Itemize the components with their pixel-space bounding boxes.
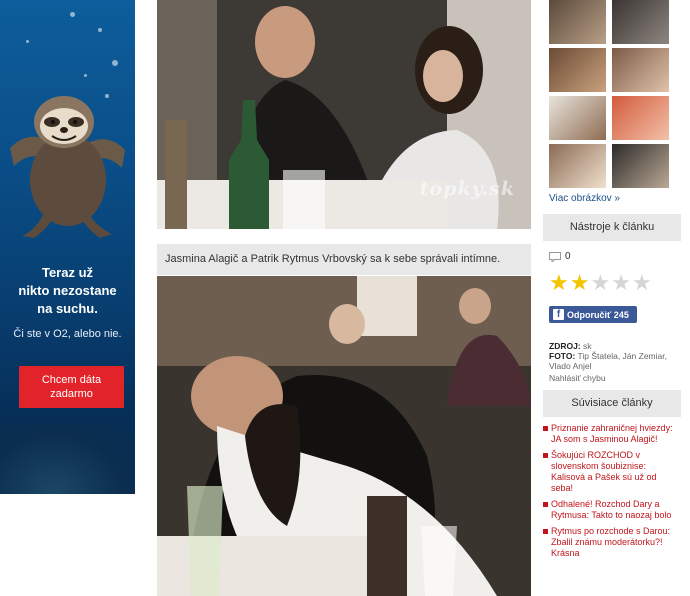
star-icon-filled[interactable]: ★	[549, 272, 569, 294]
related-article-title[interactable]: Odhalené! Rozchod Dary a Rytmusa: Takto …	[551, 499, 681, 521]
ad-subline: Či ste v O2, alebo nie.	[13, 328, 122, 340]
gallery-thumbnail[interactable]	[612, 96, 669, 140]
article-meta: ZDROJ: sk FOTO: Tip Štatela, Ján Zemiar,…	[549, 341, 684, 383]
comment-count-value: 0	[565, 251, 571, 262]
photo-label: FOTO:	[549, 351, 576, 361]
source-label: ZDROJ:	[549, 341, 581, 351]
comments-count[interactable]: 0	[549, 251, 571, 262]
related-title: Súvisiace články	[543, 390, 681, 417]
report-error-link[interactable]: Nahlásiť chybu	[549, 373, 684, 383]
facebook-icon: f	[553, 309, 564, 320]
photo-caption: Jasmina Alagič a Patrik Rytmus Vrbovský …	[157, 244, 531, 275]
gallery-thumbnail[interactable]	[549, 48, 606, 92]
related-article[interactable]: Odhalené! Rozchod Dary a Rytmusa: Takto …	[543, 499, 681, 521]
gallery-thumbnail[interactable]	[549, 0, 606, 44]
tools-title: Nástroje k článku	[543, 214, 681, 241]
seabed-decoration	[0, 424, 135, 494]
facebook-recommend-label: Odporučiť 245	[567, 309, 629, 320]
bullet-icon	[543, 529, 548, 534]
photo-scene	[157, 276, 531, 596]
related-article-title[interactable]: Šokujúci ROZCHOD v slovenskom šoubiznise…	[551, 450, 681, 494]
bubble	[26, 40, 29, 43]
gallery-thumbnail[interactable]	[549, 96, 606, 140]
comment-icon	[549, 251, 561, 262]
gallery-thumbnail[interactable]	[612, 0, 669, 44]
related-article-title[interactable]: Rytmus po rozchode s Darou: Zbalil známu…	[551, 526, 681, 559]
bubble	[70, 12, 75, 17]
article-photo-1[interactable]: topky.sk	[157, 0, 531, 229]
bubble	[112, 60, 118, 66]
gallery-thumbnail[interactable]	[549, 144, 606, 188]
more-images-link[interactable]: Viac obrázkov »	[549, 193, 620, 204]
bullet-icon	[543, 426, 548, 431]
star-icon-empty[interactable]: ★	[611, 272, 631, 294]
star-icon-filled[interactable]: ★	[570, 272, 590, 294]
photo-watermark: topky.sk	[419, 178, 515, 200]
bullet-icon	[543, 502, 548, 507]
gallery-thumbnail[interactable]	[612, 48, 669, 92]
source-value: sk	[583, 341, 592, 351]
related-article[interactable]: Priznanie zahraničnej hviezdy: JA som s …	[543, 423, 681, 445]
related-articles-list: Priznanie zahraničnej hviezdy: JA som s …	[543, 423, 681, 564]
related-article-title[interactable]: Priznanie zahraničnej hviezdy: JA som s …	[551, 423, 681, 445]
bullet-icon	[543, 453, 548, 458]
bubble	[84, 74, 87, 77]
star-icon-empty[interactable]: ★	[590, 272, 610, 294]
sloth-illustration	[10, 96, 125, 238]
gallery-thumbnail[interactable]	[612, 144, 669, 188]
ad-cta-button[interactable]: Chcem dáta zadarmo	[19, 366, 124, 408]
rating-stars[interactable]: ★ ★ ★ ★ ★	[549, 272, 652, 294]
facebook-recommend-button[interactable]: f Odporučiť 245	[549, 306, 637, 323]
related-article[interactable]: Rytmus po rozchode s Darou: Zbalil známu…	[543, 526, 681, 559]
related-article[interactable]: Šokujúci ROZCHOD v slovenskom šoubiznise…	[543, 450, 681, 494]
article-photo-2[interactable]	[157, 276, 531, 596]
bubble	[98, 28, 102, 32]
star-icon-empty[interactable]: ★	[632, 272, 652, 294]
o2-advertisement[interactable]: Teraz už nikto nezostane na suchu. Či st…	[0, 0, 135, 494]
ad-headline: Teraz už nikto nezostane na suchu.	[18, 265, 117, 316]
